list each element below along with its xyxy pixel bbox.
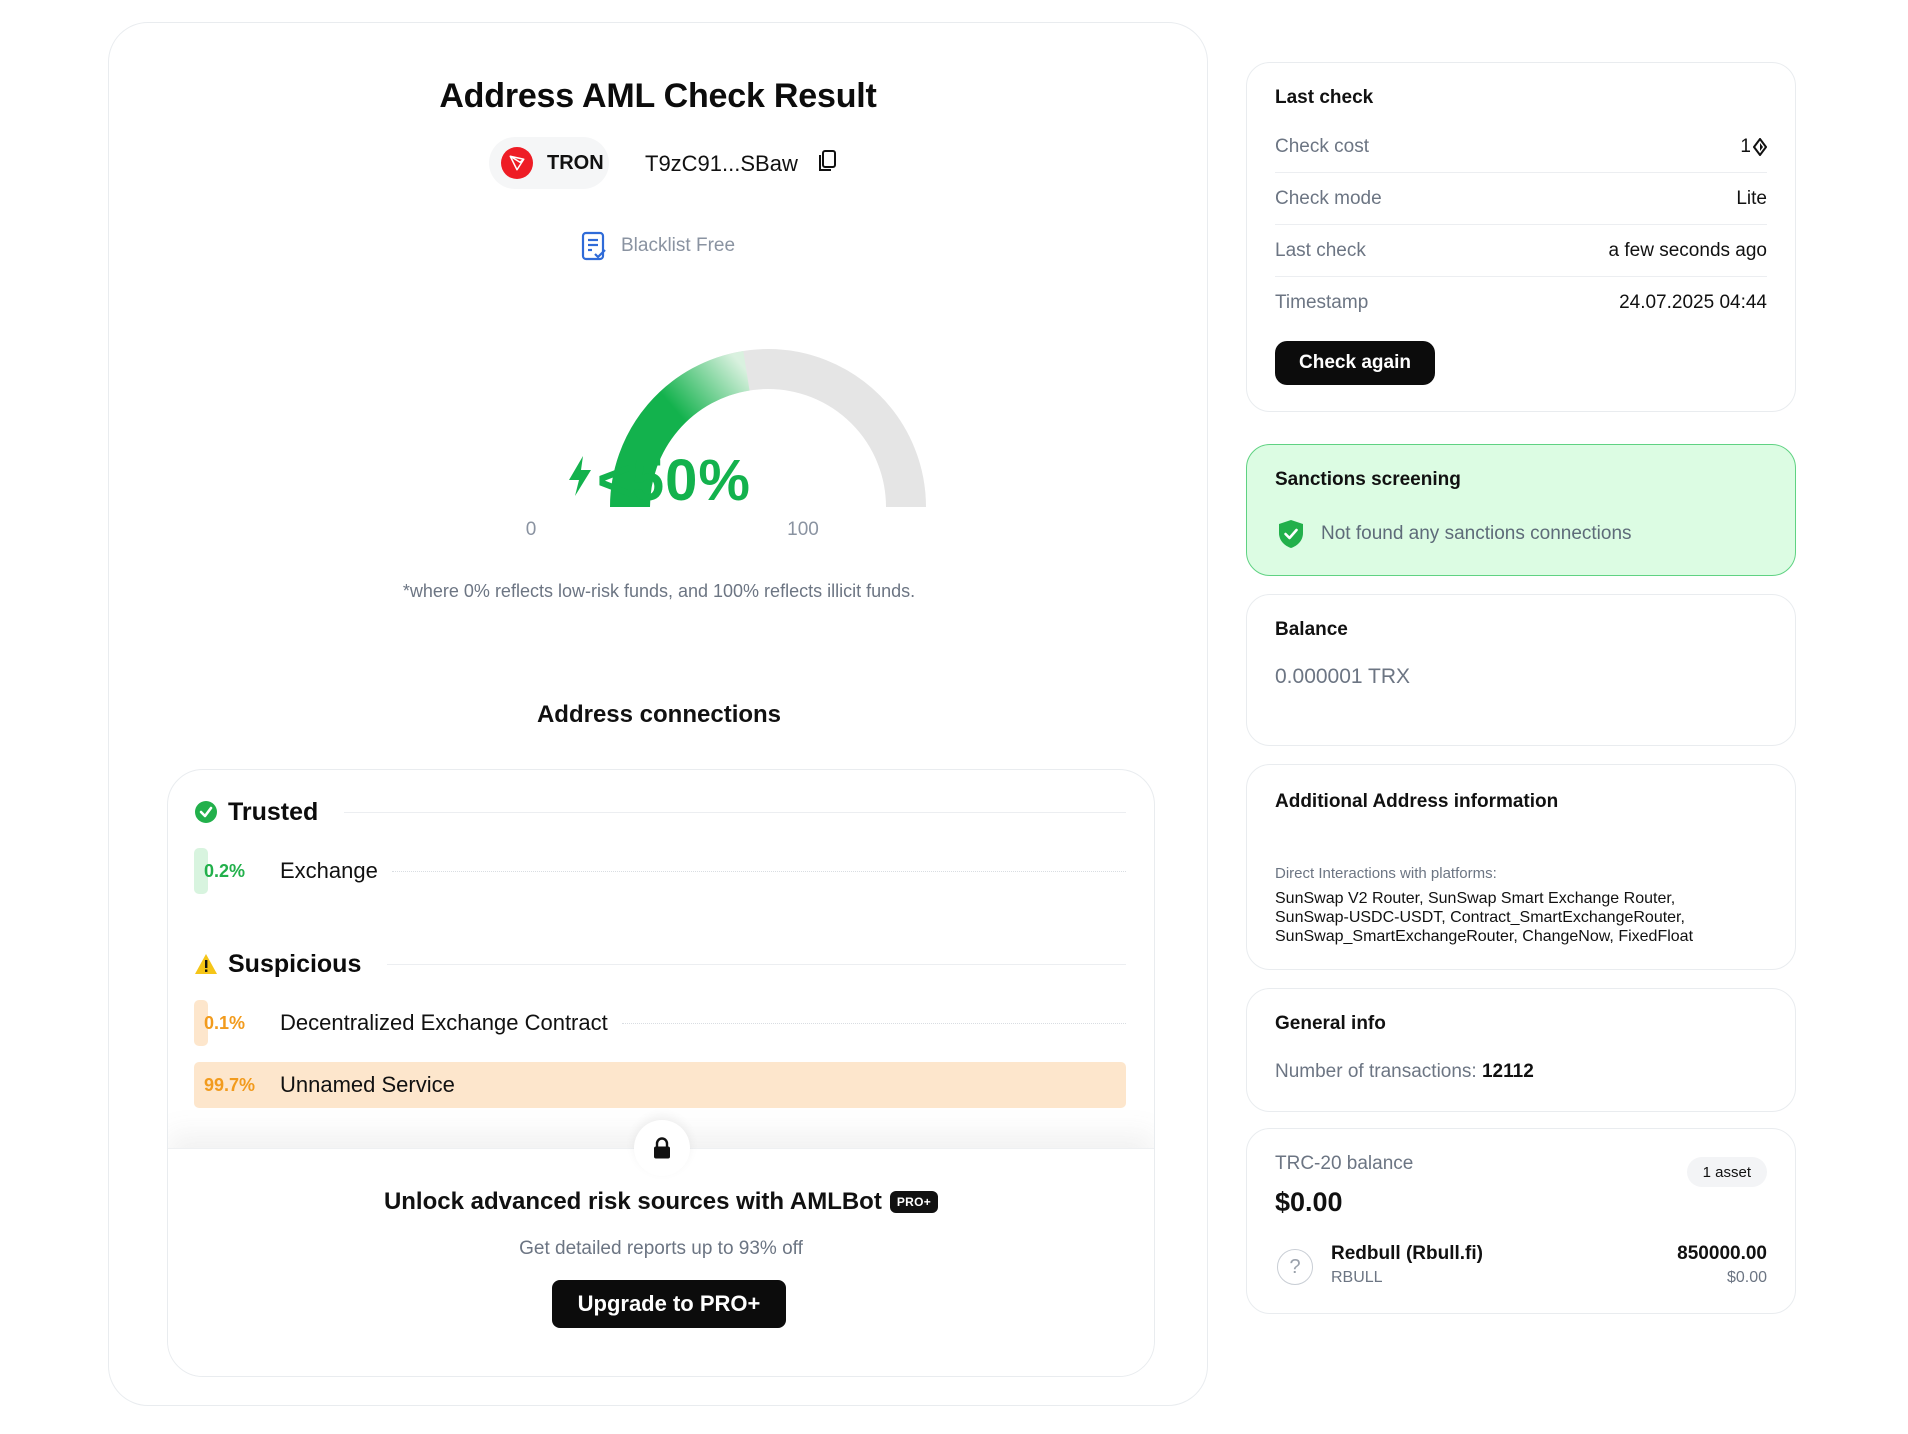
- row-key: Timestamp: [1275, 292, 1369, 313]
- credit-icon: [1753, 137, 1767, 156]
- balance-value: 0.000001 TRX: [1275, 665, 1411, 688]
- card-title: Last check: [1275, 87, 1374, 108]
- connection-percent: 0.1%: [204, 1012, 246, 1033]
- unknown-token-icon: ?: [1277, 1249, 1313, 1285]
- lock-icon: [634, 1120, 690, 1176]
- unlock-panel: [168, 1148, 1154, 1376]
- asset-count-badge: 1 asset: [1686, 1157, 1767, 1187]
- transactions-count: Number of transactions: 12112: [1275, 1061, 1534, 1083]
- additional-info-card: Additional Address information Direct In…: [1246, 764, 1796, 970]
- row-key: Check mode: [1275, 187, 1382, 209]
- category-suspicious: Suspicious: [194, 948, 1126, 980]
- divider: [387, 963, 1126, 965]
- connections-panel: Trusted 0.2% Exchange Suspicious 0.1% De…: [167, 769, 1155, 1377]
- row-value: 1: [1740, 136, 1767, 158]
- upgrade-button[interactable]: Upgrade to PRO+: [552, 1280, 786, 1328]
- connection-name: Unnamed Service: [280, 1072, 455, 1097]
- category-label: Trusted: [228, 797, 319, 826]
- divider: [621, 1022, 1126, 1024]
- unlock-title-text: Unlock advanced risk sources with AMLBot: [383, 1188, 882, 1215]
- token-usd-value: $0.00: [1726, 1269, 1767, 1286]
- pro-badge: PRO+: [889, 1191, 939, 1213]
- lightning-icon: [569, 456, 592, 496]
- shield-check-icon: [1279, 520, 1303, 548]
- sanctions-status-text: Not found any sanctions connections: [1321, 523, 1632, 544]
- token-amount: 850000.00: [1677, 1243, 1767, 1264]
- card-title: TRC-20 balance: [1275, 1153, 1414, 1174]
- row-value: Lite: [1736, 187, 1767, 209]
- blacklist-status: Blacklist Free: [581, 231, 735, 261]
- sanctions-card: Sanctions screening Not found any sancti…: [1246, 444, 1796, 576]
- check-cost-value: 1: [1740, 135, 1751, 157]
- tron-logo-icon: [501, 147, 533, 179]
- transactions-value: 12112: [1481, 1061, 1534, 1082]
- connection-percent: 0.2%: [204, 860, 246, 881]
- warning-triangle-icon: [195, 954, 217, 974]
- last-check-row: Last check a few seconds ago: [1275, 225, 1767, 277]
- unlock-title: Unlock advanced risk sources with AMLBot…: [168, 1188, 1154, 1216]
- trc20-card: TRC-20 balance 1 asset $0.00 ? Redbull (…: [1246, 1128, 1796, 1314]
- platforms-label: Direct Interactions with platforms:: [1275, 865, 1497, 882]
- gauge-max-label: 100: [787, 519, 819, 540]
- token-name[interactable]: Redbull (Rbull.fi): [1331, 1243, 1483, 1265]
- last-check-card: Last check Check cost 1 Check mode Lite …: [1246, 62, 1796, 412]
- risk-score-note: *where 0% reflects low-risk funds, and 1…: [402, 581, 916, 601]
- connection-percent: 99.7%: [204, 1074, 256, 1095]
- row-value: 24.07.2025 04:44: [1619, 292, 1767, 313]
- row-key: Last check: [1275, 239, 1366, 261]
- copy-icon[interactable]: [817, 149, 837, 173]
- connection-item[interactable]: 0.2% Exchange: [194, 848, 1126, 894]
- connections-title: Address connections: [536, 701, 782, 728]
- connection-name: Decentralized Exchange Contract: [280, 1010, 608, 1035]
- card-title: General info: [1275, 1013, 1386, 1034]
- page-title: Address AML Check Result: [439, 77, 877, 115]
- risk-score-text: <50%: [597, 448, 751, 513]
- connection-item[interactable]: 0.1% Decentralized Exchange Contract: [194, 1000, 1126, 1046]
- card-title: Sanctions screening: [1275, 469, 1461, 490]
- risk-score-value: <50%: [109, 447, 1209, 514]
- check-mode-row: Check mode Lite: [1275, 173, 1767, 225]
- aml-result-card: Address AML Check Result TRON T9zC91...S…: [108, 22, 1208, 1406]
- general-info-card: General info Number of transactions: 121…: [1246, 988, 1796, 1112]
- connection-name: Exchange: [280, 858, 378, 883]
- sanctions-status: Not found any sanctions connections: [1277, 519, 1632, 549]
- token-symbol: RBULL: [1331, 1269, 1383, 1286]
- row-value: a few seconds ago: [1608, 239, 1767, 261]
- check-cost-row: Check cost 1: [1275, 121, 1767, 173]
- category-trusted: Trusted: [194, 796, 1126, 828]
- card-title: Additional Address information: [1275, 791, 1559, 812]
- category-label: Suspicious: [228, 949, 362, 978]
- wallet-address: T9zC91...SBaw: [645, 151, 798, 176]
- trc20-total: $0.00: [1275, 1187, 1343, 1217]
- row-key: Check cost: [1275, 135, 1369, 157]
- card-title: Balance: [1275, 619, 1348, 640]
- divider: [391, 870, 1126, 872]
- platforms-list: SunSwap V2 Router, SunSwap Smart Exchang…: [1275, 890, 1694, 945]
- connection-item[interactable]: 99.7% Unnamed Service: [194, 1062, 1126, 1108]
- balance-card: Balance 0.000001 TRX: [1246, 594, 1796, 746]
- gauge-min-label: 0: [525, 519, 537, 540]
- network-badge: TRON: [489, 137, 609, 189]
- network-label: TRON: [547, 151, 604, 174]
- blacklist-label: Blacklist Free: [621, 235, 736, 256]
- timestamp-row: Timestamp 24.07.2025 04:44: [1275, 277, 1767, 329]
- unlock-subtitle: Get detailed reports up to 93% off: [519, 1238, 803, 1259]
- check-circle-icon: [195, 801, 217, 823]
- document-check-icon: [581, 231, 606, 261]
- transactions-label: Number of transactions:: [1275, 1061, 1477, 1082]
- divider: [344, 811, 1126, 813]
- check-again-button[interactable]: Check again: [1275, 341, 1435, 385]
